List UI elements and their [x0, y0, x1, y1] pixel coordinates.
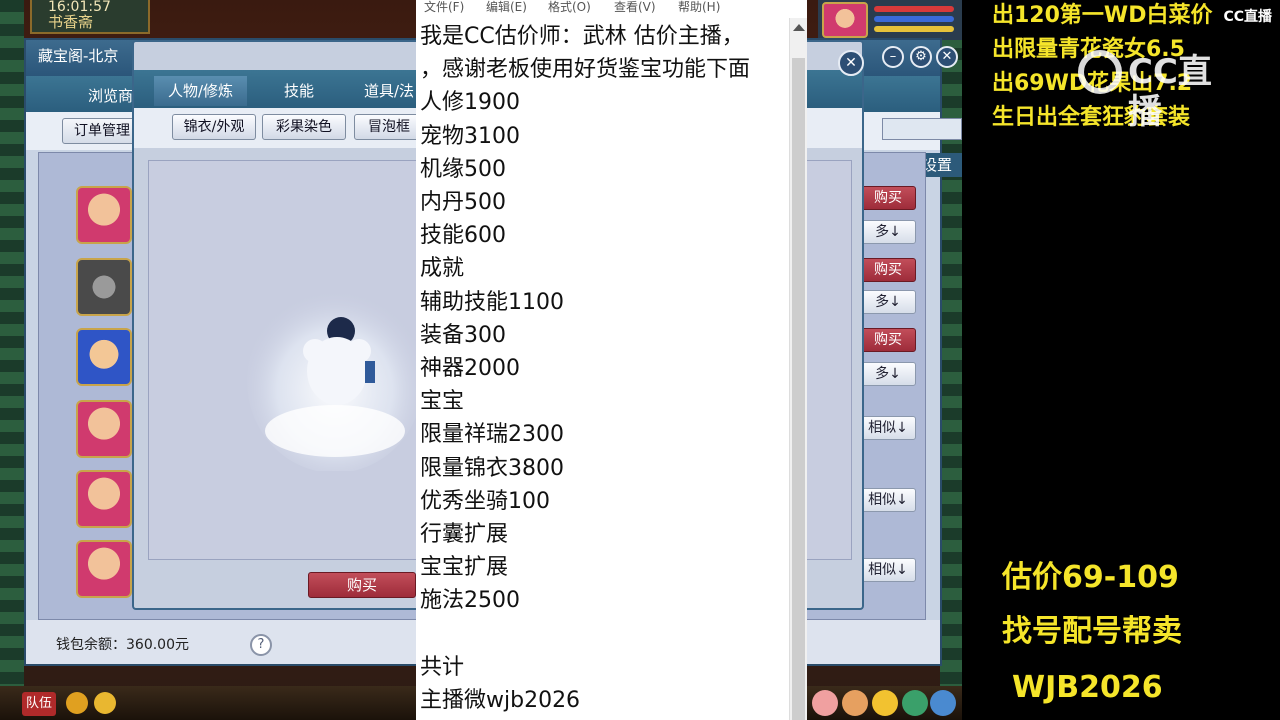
- scroll-up-icon[interactable]: [793, 24, 805, 31]
- notepad-line: ，感谢老板使用好货鉴宝功能下面: [420, 57, 751, 83]
- computer-icon[interactable]: [930, 690, 956, 716]
- service-text: 找号配号帮卖: [1002, 614, 1182, 649]
- player-status-hud: [818, 0, 962, 40]
- notepad-line: 装备300: [420, 322, 506, 348]
- buy-button[interactable]: 购买: [308, 572, 416, 598]
- row-more-button[interactable]: 多↓: [860, 220, 916, 244]
- order-management-button[interactable]: 订单管理: [62, 118, 142, 144]
- help-icon[interactable]: ?: [250, 634, 272, 656]
- detail-close-icon[interactable]: ✕: [838, 50, 864, 76]
- wechat-id: WJB2026: [1012, 670, 1163, 705]
- row-similar-button[interactable]: 相似↓: [860, 488, 916, 512]
- listing-avatar[interactable]: [76, 328, 132, 386]
- cc-live-logo: CC直播: [1078, 46, 1238, 132]
- row-similar-button[interactable]: 相似↓: [860, 416, 916, 440]
- search-input[interactable]: [882, 118, 962, 140]
- notepad-line: 内丹500: [420, 190, 506, 216]
- notepad-line: 技能600: [420, 223, 506, 249]
- team-button[interactable]: 队伍: [22, 692, 57, 716]
- notepad-line: 优秀坐骑100: [420, 488, 550, 514]
- game-frame-left: [0, 0, 24, 720]
- cc-logo-icon: [1078, 50, 1122, 94]
- listing-avatar[interactable]: [76, 186, 132, 244]
- color-dye-button[interactable]: 彩果染色: [262, 114, 346, 140]
- listing-avatar[interactable]: [76, 540, 132, 598]
- tab-items[interactable]: 道具/法: [364, 76, 414, 106]
- row-buy-button[interactable]: 购买: [860, 186, 916, 210]
- row-similar-button[interactable]: 相似↓: [860, 558, 916, 582]
- stream-overlay: 出120第一WD白菜价 出限量青花瓷女6.5 出69WD花果山7.2 生日出全套…: [962, 0, 1280, 720]
- estimate-range: 估价69-109: [1002, 560, 1179, 595]
- row-buy-button[interactable]: 购买: [860, 258, 916, 282]
- clock-location: 书香斋: [48, 13, 94, 31]
- notepad-menu-bar: 文件(F) 编辑(E) 格式(O) 查看(V) 帮助(H): [416, 0, 807, 18]
- chat-bubble-icon[interactable]: [94, 692, 116, 714]
- bubble-frame-button[interactable]: 冒泡框: [354, 114, 424, 140]
- notepad-line: 神器2000: [420, 356, 520, 382]
- menu-view[interactable]: 查看(V): [614, 0, 656, 14]
- tab-character-cultivation[interactable]: 人物/修炼: [154, 76, 248, 106]
- mp-bar: [874, 16, 954, 22]
- cc-logo-text: CC直播: [1128, 52, 1212, 132]
- notepad-line: 行囊扩展: [420, 522, 509, 548]
- listing-avatar[interactable]: [76, 400, 132, 458]
- notepad-line: 我是CC估价师：武林 估价主播，: [420, 24, 744, 49]
- game-clock: 16:01:57 书香斋: [30, 0, 150, 34]
- wallet-balance: 钱包余额：360.00元: [56, 637, 189, 653]
- notepad-line: 限量祥瑞2300: [420, 422, 564, 448]
- notepad-line: 主播微wjb2026: [420, 688, 581, 714]
- notepad-line: 人修1900: [420, 90, 520, 116]
- fist-icon[interactable]: [842, 690, 868, 716]
- offer-line: 出120第一WD白菜价: [992, 3, 1213, 28]
- microphone-icon[interactable]: [66, 692, 88, 714]
- notepad-line: [420, 618, 785, 651]
- smiley-icon[interactable]: [872, 690, 898, 716]
- exp-bar: [874, 26, 954, 32]
- menu-edit[interactable]: 编辑(E): [486, 0, 527, 14]
- cc-watermark: CC直播: [1223, 9, 1272, 25]
- row-more-button[interactable]: 多↓: [860, 290, 916, 314]
- notepad-line: 宠物3100: [420, 123, 520, 149]
- notepad-line: 成就: [420, 256, 465, 282]
- close-icon[interactable]: ✕: [936, 46, 958, 68]
- row-buy-button[interactable]: 购买: [860, 328, 916, 352]
- notepad-line: 限量锦衣3800: [420, 455, 564, 481]
- scroll-thumb[interactable]: [792, 58, 805, 720]
- notepad-window: 文件(F) 编辑(E) 格式(O) 查看(V) 帮助(H) 我是CC估价师：武林…: [416, 0, 807, 720]
- character-preview-image: [247, 289, 423, 471]
- notepad-line: 辅助技能1100: [420, 289, 564, 315]
- tab-skills[interactable]: 技能: [284, 76, 314, 106]
- minimize-icon[interactable]: –: [882, 46, 904, 68]
- system-icon[interactable]: [902, 690, 928, 716]
- listing-avatar[interactable]: [76, 258, 132, 316]
- menu-file[interactable]: 文件(F): [424, 0, 464, 14]
- game-frame-right: [940, 0, 962, 720]
- menu-help[interactable]: 帮助(H): [678, 0, 720, 14]
- row-more-button[interactable]: 多↓: [860, 362, 916, 386]
- notepad-text-area[interactable]: 我是CC估价师：武林 估价主播， ，感谢老板使用好货鉴宝功能下面 人修1900 宠物3…: [420, 20, 785, 720]
- outfit-appearance-button[interactable]: 锦衣/外观: [172, 114, 256, 140]
- settings-gear-icon[interactable]: ⚙: [910, 46, 932, 68]
- notepad-line: 共计: [420, 654, 465, 680]
- tab-browse[interactable]: 浏览商: [88, 80, 133, 112]
- notepad-line: 宝宝扩展: [420, 555, 509, 581]
- hp-bar: [874, 6, 954, 12]
- listing-avatar[interactable]: [76, 470, 132, 528]
- notepad-line: 宝宝: [420, 389, 465, 415]
- notepad-scrollbar[interactable]: [789, 18, 807, 720]
- player-avatar[interactable]: [822, 2, 868, 38]
- peach-icon[interactable]: [812, 690, 838, 716]
- menu-format[interactable]: 格式(O): [548, 0, 591, 14]
- notepad-line: 机缘500: [420, 156, 506, 182]
- notepad-line: 施法2500: [420, 588, 520, 614]
